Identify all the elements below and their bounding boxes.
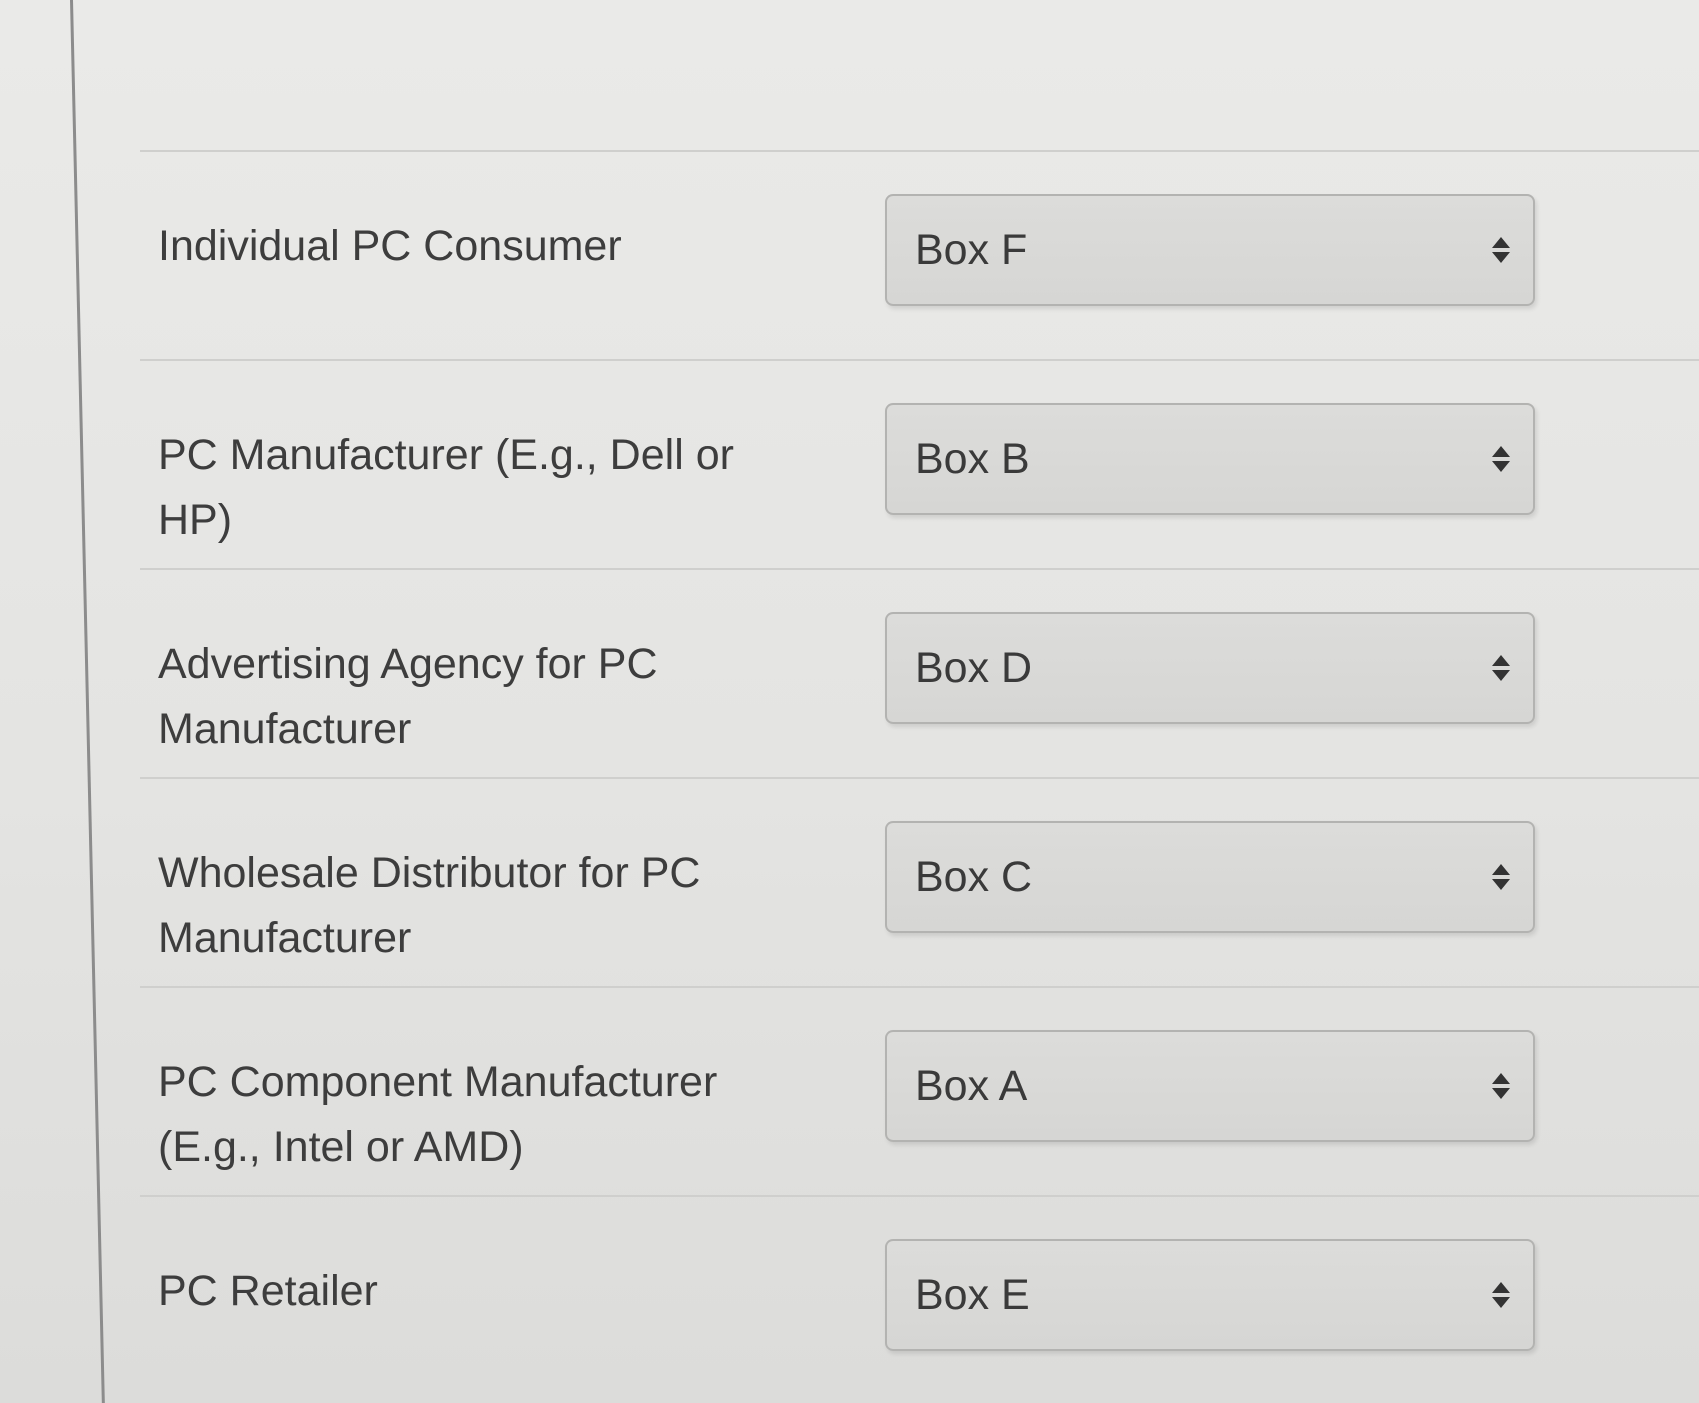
- row-label: PC Manufacturer (E.g., Dell or HP): [158, 431, 734, 544]
- row-label: Individual PC Consumer: [158, 222, 622, 270]
- select-value: Box A: [915, 1062, 1028, 1110]
- answer-select[interactable]: Box E: [885, 1239, 1535, 1351]
- row-label: PC Retailer: [158, 1267, 378, 1315]
- answer-select[interactable]: Box C: [885, 821, 1535, 933]
- matching-row-pc-retailer: PC Retailer Box E: [140, 1197, 1699, 1403]
- up-down-arrows-icon: [1491, 823, 1511, 931]
- answer-select[interactable]: Box B: [885, 403, 1535, 515]
- up-down-arrows-icon: [1491, 196, 1511, 304]
- select-value: Box D: [915, 644, 1033, 692]
- matching-row-wholesale-distributor: Wholesale Distributor for PC Manufacture…: [140, 779, 1699, 986]
- answer-select[interactable]: Box F: [885, 194, 1535, 306]
- row-label: Advertising Agency for PC Manufacturer: [158, 640, 658, 753]
- answer-select[interactable]: Box D: [885, 612, 1535, 724]
- matching-row-pc-component-manufacturer: PC Component Manufacturer (E.g., Intel o…: [140, 988, 1699, 1195]
- answer-select[interactable]: Box A: [885, 1030, 1535, 1142]
- select-value: Box C: [915, 853, 1033, 901]
- row-label: PC Component Manufacturer (E.g., Intel o…: [158, 1058, 718, 1171]
- up-down-arrows-icon: [1491, 614, 1511, 722]
- up-down-arrows-icon: [1491, 1241, 1511, 1349]
- matching-row-pc-manufacturer: PC Manufacturer (E.g., Dell or HP) Box B: [140, 361, 1699, 568]
- matching-row-individual-pc-consumer: Individual PC Consumer Box F: [140, 152, 1699, 359]
- select-value: Box F: [915, 226, 1028, 274]
- up-down-arrows-icon: [1491, 405, 1511, 513]
- matching-row-advertising-agency: Advertising Agency for PC Manufacturer B…: [140, 570, 1699, 777]
- screen: Individual PC Consumer Box F PC Manufact…: [0, 0, 1699, 1403]
- up-down-arrows-icon: [1491, 1032, 1511, 1140]
- select-value: Box B: [915, 435, 1030, 483]
- matching-question-list: Individual PC Consumer Box F PC Manufact…: [140, 150, 1699, 1403]
- select-value: Box E: [915, 1271, 1030, 1319]
- row-label: Wholesale Distributor for PC Manufacture…: [158, 849, 701, 962]
- content-left-border: [70, 0, 105, 1403]
